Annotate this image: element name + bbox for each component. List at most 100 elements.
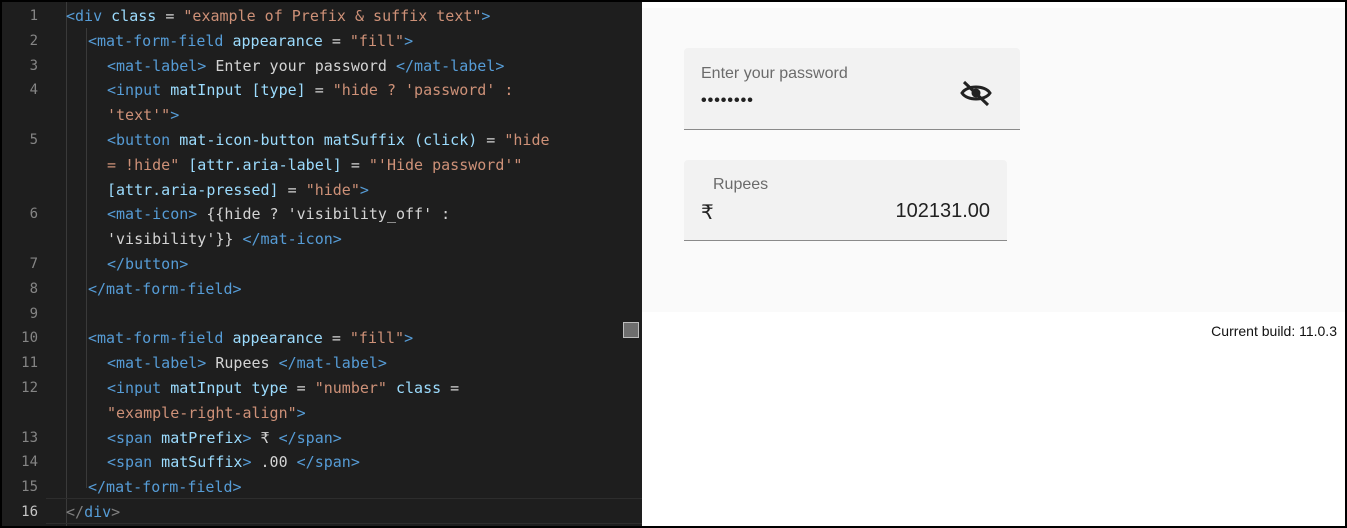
code-line: 2 <mat-form-field appearance = "fill"> (2, 29, 622, 53)
code-token: > (404, 31, 414, 50)
code-token: <span (107, 428, 153, 447)
code-line: 15 </mat-form-field> (2, 475, 622, 499)
code-token: </mat-icon> (242, 230, 342, 249)
code-token: > (170, 106, 180, 125)
code-line: 12 <input matInput type = "number" class … (2, 376, 622, 400)
code-editor[interactable]: 1 <div class = "example of Prefix & suffi… (2, 2, 642, 526)
code-token: div (84, 503, 112, 521)
code-token: </mat-form-field> (88, 478, 242, 497)
code-line: = !hide" [attr.aria-label] = "'Hide pass… (2, 153, 622, 177)
code-token: 'text'" (107, 106, 171, 125)
code-text: </mat-form-field> (88, 277, 242, 301)
rupees-input[interactable]: 102131.00 (895, 200, 990, 223)
line-number: 12 (21, 380, 38, 396)
code-token: <input (107, 81, 162, 100)
code-text: 'visibility'}} </mat-icon> (107, 227, 342, 251)
code-text: <input matInput [type] = "hide ? 'passwo… (107, 78, 513, 102)
code-token: [attr.aria-pressed] (107, 180, 279, 199)
line-number: 13 (21, 429, 38, 446)
code-token: <mat-form-field (88, 329, 224, 348)
visibility-off-icon[interactable] (959, 78, 993, 108)
code-line: 13 <span matPrefix> ₹ </span> (2, 426, 622, 450)
line-number: 5 (29, 132, 38, 148)
code-token: matSuffix (314, 131, 406, 149)
code-token: {{hide ? 'visibility_off' : (197, 205, 451, 224)
scrollbar-thumb[interactable] (623, 322, 639, 338)
code-text: <mat-label> Enter your password </mat-la… (107, 54, 504, 78)
code-token: = (278, 180, 306, 199)
window: 1 <div class = "example of Prefix & suffi… (0, 0, 1347, 528)
code-token: = (322, 329, 350, 348)
code-token: > (359, 180, 369, 199)
code-token: "fill" (349, 31, 405, 50)
code-token: "'Hide password'" (368, 155, 523, 174)
rupees-label: Rupees (713, 176, 769, 193)
code-line: 'visibility'}} </mat-icon> (2, 227, 622, 251)
code-line: 1 <div class = "example of Prefix & suffi… (2, 4, 622, 28)
code-token: = (341, 155, 369, 174)
code-token: <input (107, 379, 162, 397)
code-token: > (404, 329, 414, 348)
code-token: "hide" (305, 180, 360, 199)
code-token: Rupees (206, 354, 279, 373)
code-line: 'text'"> (2, 103, 622, 127)
code-token: <mat-label> (107, 354, 207, 373)
code-token: matPrefix (152, 428, 243, 447)
line-number: 8 (29, 280, 38, 297)
code-token: </span> (278, 428, 342, 447)
code-text: 'text'"> (107, 103, 179, 127)
line-number: 15 (21, 479, 38, 496)
line-number: 11 (21, 355, 38, 372)
code-text: [attr.aria-pressed] = "hide"> (107, 178, 369, 202)
code-token: "hide (504, 131, 550, 149)
line-number: 4 (29, 82, 38, 99)
code-token: = (322, 31, 350, 50)
code-token: = (156, 7, 184, 25)
rupees-form-field[interactable]: Rupees ₹ 102131.00 (684, 160, 1007, 241)
code-token: </mat-form-field> (88, 279, 242, 298)
code-text: </mat-form-field> (88, 475, 242, 499)
preview-pane: Enter your password •••••••• Rupees ₹ 10… (642, 2, 1345, 526)
code-line: 7 </button> (2, 252, 622, 276)
code-token: "example-right-align" (107, 403, 297, 422)
code-token: > (242, 453, 252, 472)
code-token: = (305, 81, 333, 100)
code-line: 16 </div> (2, 500, 622, 524)
code-text: <mat-label> Rupees </mat-label> (107, 351, 387, 375)
password-input[interactable]: •••••••• (701, 92, 754, 110)
code-token: .00 (251, 453, 297, 472)
code-text: = !hide" [attr.aria-label] = "'Hide pass… (107, 153, 522, 177)
code-line: 14 <span matSuffix> .00 </span> (2, 450, 622, 474)
password-form-field[interactable]: Enter your password •••••••• (684, 48, 1020, 130)
code-line: 8 </mat-form-field> (2, 277, 622, 301)
code-token: [attr.aria-label] (179, 155, 342, 174)
line-number: 1 (29, 8, 38, 24)
code-line: 5 <button mat-icon-button matSuffix (clic… (2, 128, 622, 152)
code-token: class (102, 7, 157, 25)
code-token: "fill" (349, 329, 405, 348)
code-token: mat-icon-button (170, 131, 315, 149)
code-text: "example-right-align"> (107, 401, 306, 425)
code-token: > (242, 428, 252, 447)
code-token: </mat-label> (278, 354, 387, 373)
code-text: <mat-form-field appearance = "fill"> (88, 29, 413, 53)
code-token: ₹ (251, 428, 279, 447)
code-token: </span> (296, 453, 360, 472)
code-token: <div (66, 7, 103, 25)
code-token: "hide ? 'password' : (332, 81, 514, 100)
line-number: 9 (29, 305, 38, 322)
code-token: matInput (161, 81, 243, 100)
code-token: <mat-icon> (107, 205, 198, 224)
code-line: 11 <mat-label> Rupees </mat-label> (2, 351, 622, 375)
code-token: = (477, 131, 505, 149)
code-token: </button> (107, 255, 189, 273)
code-line: [attr.aria-pressed] = "hide"> (2, 178, 622, 202)
code-token: type (242, 379, 288, 397)
line-number: 14 (21, 454, 38, 471)
code-line: "example-right-align"> (2, 401, 622, 425)
line-number: 6 (29, 206, 38, 223)
code-token: (click) (405, 131, 478, 149)
code-token: appearance (223, 329, 323, 348)
code-token: Enter your password (206, 56, 396, 75)
demo-container: Enter your password •••••••• Rupees ₹ 10… (642, 8, 1345, 312)
